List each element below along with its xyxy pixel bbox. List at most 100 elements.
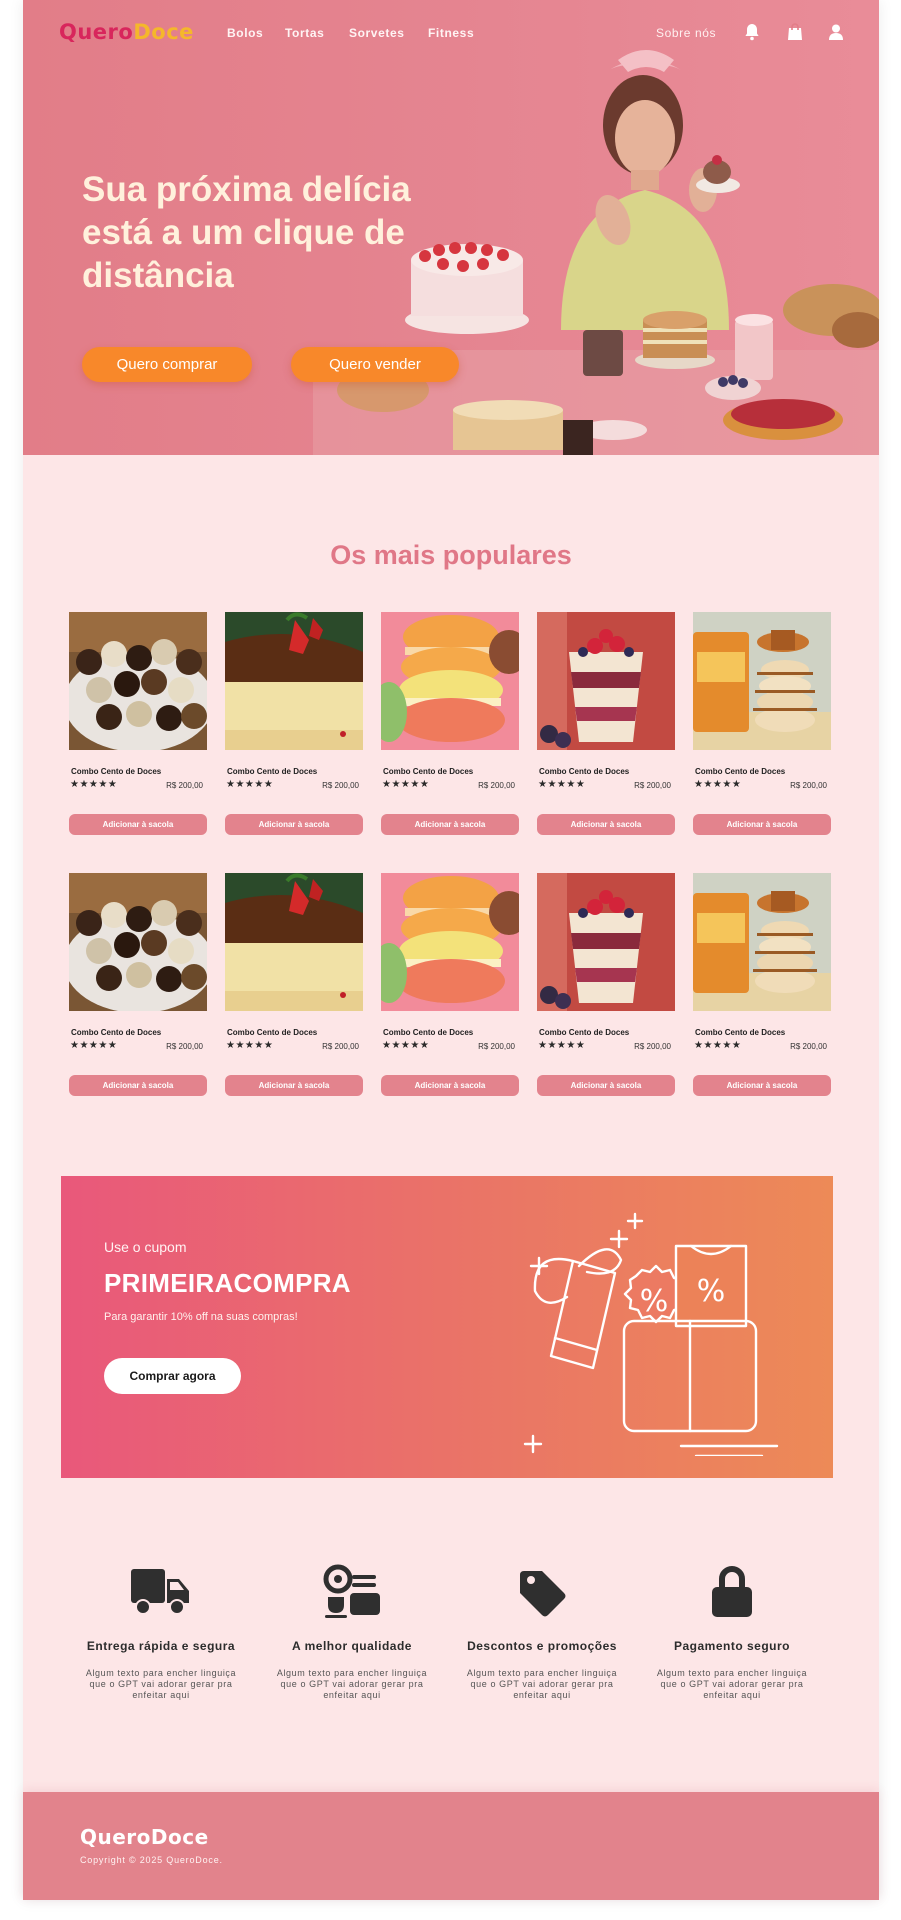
buy-button[interactable]: Quero comprar [82,347,252,382]
rating-stars: ★★★★★ [226,1040,274,1051]
add-to-bag-button[interactable]: Adicionar à sacola [381,814,519,835]
feature-description: Algum texto para encher linguiça que o G… [276,1668,428,1700]
product-price: R$ 200,00 [478,781,515,790]
product-card[interactable]: Combo Cento de Doces ★★★★★ R$ 200,00 Adicio… [381,612,519,837]
product-price: R$ 200,00 [322,1042,359,1051]
gift-discount-icon: % % [523,1212,779,1456]
product-price: R$ 200,00 [166,1042,203,1051]
add-to-bag-button[interactable]: Adicionar à sacola [537,814,675,835]
truck-icon [131,1569,189,1615]
product-card[interactable]: Combo Cento de Doces ★★★★★ R$ 200,00 Adicio… [537,873,675,1098]
add-to-bag-button[interactable]: Adicionar à sacola [225,1075,363,1096]
sell-button[interactable]: Quero vender [291,347,459,382]
hero-banner: QueroDoce Bolos Tortas Sorvetes Fitness … [23,0,879,455]
feature-title: Descontos e promoções [467,1639,617,1653]
coupon-pre-text: Use o cupom [104,1239,187,1255]
rating-stars: ★★★★★ [694,1040,742,1051]
add-to-bag-button[interactable]: Adicionar à sacola [693,814,831,835]
nav-link-fitness[interactable]: Fitness [428,26,474,40]
hero-title: Sua próxima delícia está a um clique de … [82,168,442,297]
user-icon[interactable] [826,22,846,42]
add-to-bag-button[interactable]: Adicionar à sacola [537,1075,675,1096]
feature-description: Algum texto para encher linguiça que o G… [85,1668,237,1700]
svg-text:%: % [697,1274,726,1309]
popular-section-title: Os mais populares [330,540,572,570]
nav-link-sorvetes[interactable]: Sorvetes [349,26,405,40]
product-image[interactable] [693,612,831,750]
quality-icon [323,1564,380,1618]
nav-link-tortas[interactable]: Tortas [285,26,324,40]
product-card[interactable]: Combo Cento de Doces ★★★★★ R$ 200,00 Adicio… [537,612,675,837]
product-name: Combo Cento de Doces [539,1028,630,1037]
logo-part-doce: Doce [133,20,194,44]
coupon-banner: Use o cupom PRIMEIRACOMPRA Para garantir… [61,1176,833,1478]
product-name: Combo Cento de Doces [695,1028,786,1037]
product-image[interactable] [693,873,831,1011]
product-image[interactable] [381,612,519,750]
add-to-bag-button[interactable]: Adicionar à sacola [225,814,363,835]
shopping-bag-icon[interactable] [785,22,805,42]
feature-title: Entrega rápida e segura [86,1639,236,1653]
nav-link-bolos[interactable]: Bolos [227,26,263,40]
feature-description: Algum texto para encher linguiça que o G… [466,1668,618,1700]
hero-title-line-2: está a um clique de [82,213,405,252]
product-card[interactable]: Combo Cento de Doces ★★★★★ R$ 200,00 Adicio… [693,612,831,837]
coupon-description: Para garantir 10% off na suas compras! [104,1311,298,1323]
svg-text:%: % [640,1284,669,1319]
product-name: Combo Cento de Doces [383,1028,474,1037]
product-image[interactable] [225,612,363,750]
rating-stars: ★★★★★ [538,1040,586,1051]
product-image[interactable] [225,873,363,1011]
product-name: Combo Cento de Doces [227,1028,318,1037]
product-card[interactable]: Combo Cento de Doces ★★★★★ R$ 200,00 Adicio… [381,873,519,1098]
hero-title-line-3: distância [82,256,234,295]
feature-secure-payment: Pagamento seguro Algum texto para encher… [647,1563,817,1701]
footer: QueroDoce Copyright © 2025 QueroDoce. [23,1792,879,1900]
add-to-bag-button[interactable]: Adicionar à sacola [693,1075,831,1096]
product-price: R$ 200,00 [634,1042,671,1051]
rating-stars: ★★★★★ [226,779,274,790]
rating-stars: ★★★★★ [694,779,742,790]
add-to-bag-button[interactable]: Adicionar à sacola [69,814,207,835]
product-card[interactable]: Combo Cento de Doces ★★★★★ R$ 200,00 Adicio… [225,612,363,837]
lock-icon [712,1566,752,1617]
product-image[interactable] [69,873,207,1011]
product-name: Combo Cento de Doces [227,767,318,776]
product-card[interactable]: Combo Cento de Doces ★★★★★ R$ 200,00 Adicio… [693,873,831,1098]
product-price: R$ 200,00 [166,781,203,790]
hero-title-line-1: Sua próxima delícia [82,170,411,209]
coupon-code: PRIMEIRACOMPRA [104,1268,351,1298]
feature-title: Pagamento seguro [673,1639,791,1653]
nav-link-sobre-nos[interactable]: Sobre nós [656,26,716,40]
product-price: R$ 200,00 [790,1042,827,1051]
product-image[interactable] [537,873,675,1011]
rating-stars: ★★★★★ [70,779,118,790]
product-name: Combo Cento de Doces [71,1028,162,1037]
tag-icon [520,1571,566,1617]
product-card[interactable]: Combo Cento de Doces ★★★★★ R$ 200,00 Adicio… [69,612,207,837]
add-to-bag-button[interactable]: Adicionar à sacola [69,1075,207,1096]
product-price: R$ 200,00 [634,781,671,790]
product-image[interactable] [537,612,675,750]
product-card[interactable]: Combo Cento de Doces ★★★★★ R$ 200,00 Adicio… [69,873,207,1098]
footer-logo[interactable]: QueroDoce [80,1825,209,1849]
product-name: Combo Cento de Doces [71,767,162,776]
product-image[interactable] [69,612,207,750]
product-name: Combo Cento de Doces [383,767,474,776]
add-to-bag-button[interactable]: Adicionar à sacola [381,1075,519,1096]
copyright-text: Copyright © 2025 QueroDoce. [80,1855,223,1865]
feature-delivery: Entrega rápida e segura Algum texto para… [76,1563,246,1701]
product-image[interactable] [381,873,519,1011]
top-nav: QueroDoce Bolos Tortas Sorvetes Fitness … [23,0,879,66]
buy-now-button[interactable]: Comprar agora [104,1358,241,1394]
page: QueroDoce Bolos Tortas Sorvetes Fitness … [23,0,879,1900]
product-card[interactable]: Combo Cento de Doces ★★★★★ R$ 200,00 Adicio… [225,873,363,1098]
feature-title: A melhor qualidade [292,1639,412,1653]
rating-stars: ★★★★★ [382,1040,430,1051]
logo[interactable]: QueroDoce [59,20,194,44]
rating-stars: ★★★★★ [70,1040,118,1051]
logo-part-quero: Quero [59,20,134,44]
bell-icon[interactable] [742,22,762,42]
product-price: R$ 200,00 [790,781,827,790]
rating-stars: ★★★★★ [382,779,430,790]
